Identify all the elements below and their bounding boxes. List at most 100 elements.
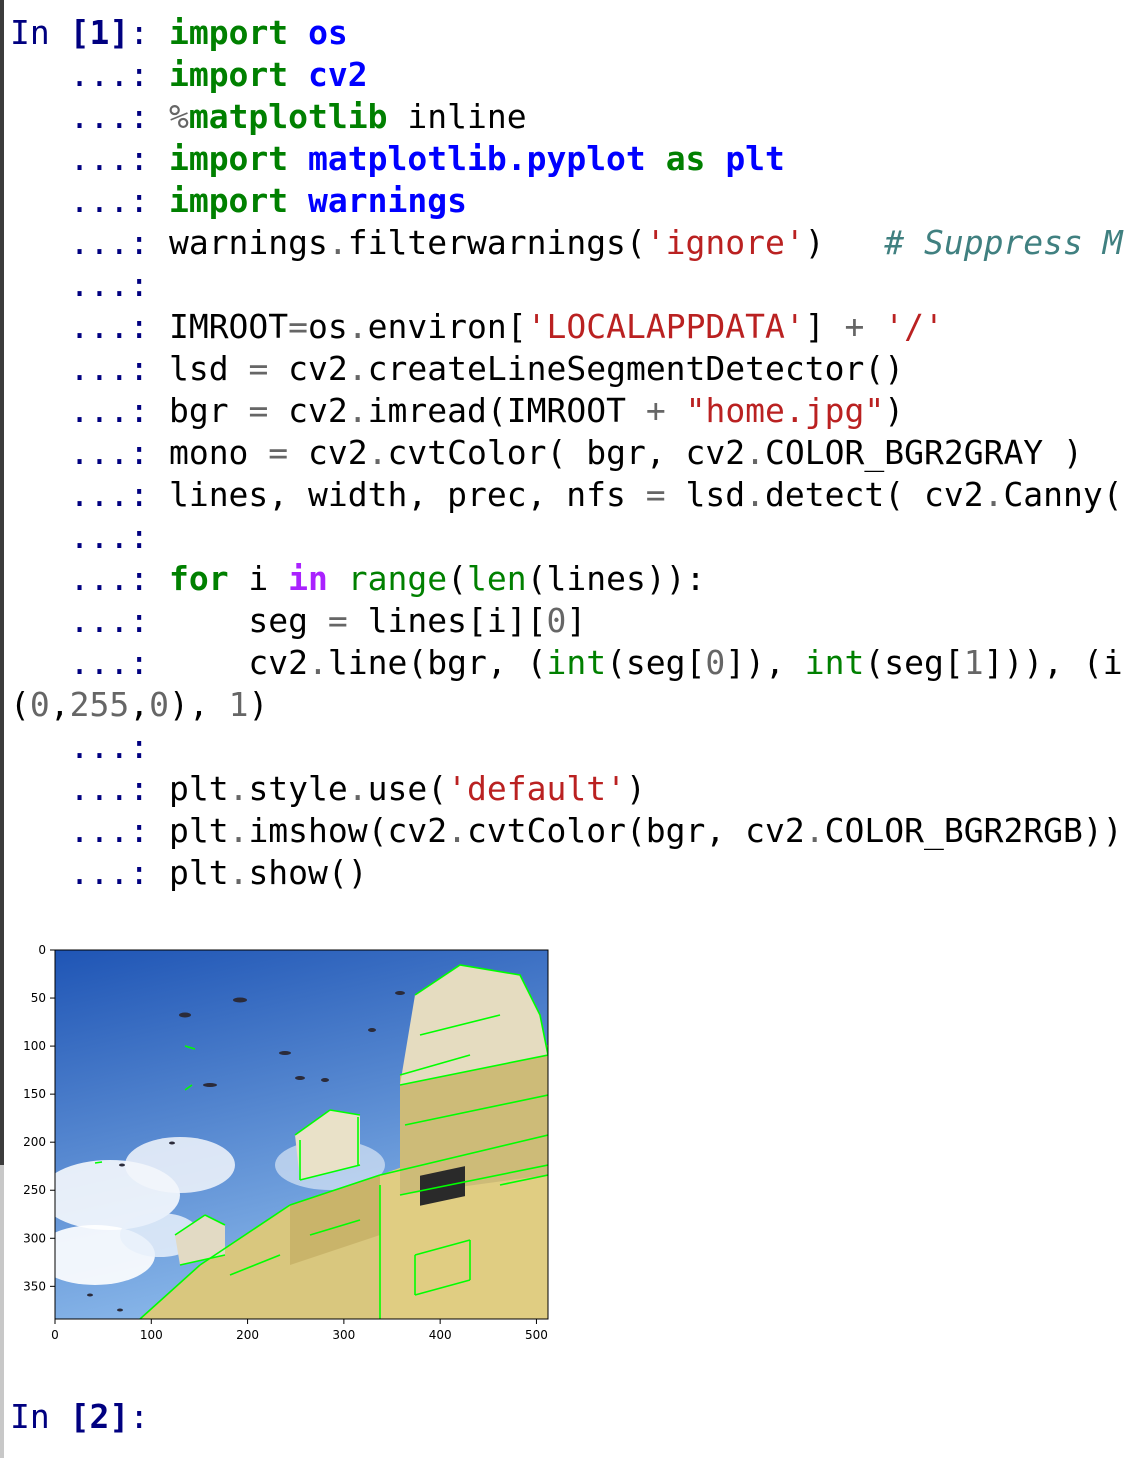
code-token: (lines)): <box>526 559 706 598</box>
code-token: for <box>168 559 229 598</box>
code-token: . <box>745 433 766 472</box>
continuation-prompt: ...: <box>10 139 169 178</box>
code-token: . <box>228 811 249 850</box>
code-token: (seg[ <box>864 643 964 682</box>
code-token: . <box>347 349 368 388</box>
code-cell-1[interactable]: In [1]: import os ...: import cv2 ...: %… <box>10 12 1123 894</box>
code-line: ...: for i in range(len(lines)): <box>10 558 1123 600</box>
code-token: plt <box>168 853 229 892</box>
code-cell-2-prompt[interactable]: In [2]: <box>10 1396 149 1438</box>
code-token: . <box>347 769 368 808</box>
code-token: import <box>168 55 289 94</box>
x-tick-label: 200 <box>236 1328 259 1342</box>
wrapped-code-line: (0,255,0), 1) <box>10 684 1123 726</box>
code-token: import <box>168 181 289 220</box>
code-line: ...: lsd = cv2.createLineSegmentDetector… <box>10 348 1123 390</box>
continuation-prompt: ...: <box>10 307 169 346</box>
code-token: lsd <box>665 475 746 514</box>
code-token: ) <box>625 769 646 808</box>
code-token: plt <box>168 811 229 850</box>
code-token: ) <box>804 223 885 262</box>
code-token: warnings <box>308 181 467 220</box>
code-token: show() <box>248 853 368 892</box>
y-axis-ticks: 0 50 100 150 200 250 300 350 <box>23 943 55 1293</box>
code-token: bgr <box>168 391 249 430</box>
x-tick-label: 500 <box>525 1328 548 1342</box>
continuation-prompt: ...: <box>10 643 169 682</box>
code-token: ), <box>168 685 229 724</box>
in-prompt-number: [1] <box>69 13 130 52</box>
code-line: ...: seg = lines[i][0] <box>10 600 1123 642</box>
x-tick-label: 100 <box>140 1328 163 1342</box>
x-axis-ticks: 0 100 200 300 400 500 <box>51 1319 548 1342</box>
code-token: = <box>288 307 309 346</box>
code-token: "home.jpg" <box>685 391 885 430</box>
code-token: . <box>308 643 328 682</box>
code-line: ...: <box>10 726 1123 768</box>
code-token: os <box>308 307 348 346</box>
code-line: ...: warnings.filterwarnings('ignore') #… <box>10 222 1123 264</box>
code-token: cv2 <box>168 643 309 682</box>
code-token: matplotlib <box>188 97 388 136</box>
code-token: os <box>308 13 348 52</box>
code-token: imread(IMROOT <box>367 391 646 430</box>
continuation-prompt: ...: <box>10 97 169 136</box>
code-token: . <box>228 853 249 892</box>
in-prompt-label: In <box>10 13 70 52</box>
code-token: 'default' <box>447 769 626 808</box>
in-prompt-number: [2] <box>69 1397 130 1436</box>
code-token: inline <box>387 97 527 136</box>
code-token: = <box>248 391 269 430</box>
code-token: ) <box>248 685 269 724</box>
matplotlib-figure: 0 100 200 300 400 500 0 50 100 150 200 250 300 350 <box>23 943 549 1342</box>
code-token: cv2 <box>308 55 368 94</box>
code-token: = <box>327 601 348 640</box>
continuation-prompt: ...: <box>10 853 169 892</box>
continuation-prompt: ...: <box>10 559 169 598</box>
code-token: import <box>168 139 289 178</box>
code-token: lsd <box>168 349 249 388</box>
continuation-prompt: ...: <box>10 181 169 220</box>
code-token: = <box>268 433 289 472</box>
code-token: 'LOCALAPPDATA' <box>526 307 805 346</box>
code-token: ] <box>804 307 845 346</box>
code-token: 0 <box>29 685 50 724</box>
y-tick-label: 250 <box>23 1183 46 1197</box>
x-tick-label: 0 <box>51 1328 59 1342</box>
code-token: ( <box>10 685 30 724</box>
code-token: = <box>645 475 666 514</box>
code-token: . <box>804 811 825 850</box>
code-token: 0 <box>149 685 169 724</box>
code-token: imshow(cv2 <box>248 811 448 850</box>
y-tick-label: 150 <box>23 1087 46 1101</box>
code-token: = <box>248 349 269 388</box>
code-token: Canny( <box>1003 475 1123 514</box>
code-token: . <box>447 811 467 850</box>
code-token: 0 <box>705 643 726 682</box>
continuation-prompt: ...: <box>10 475 169 514</box>
code-token: filterwarnings( <box>347 223 646 262</box>
code-token: . <box>745 475 766 514</box>
code-token: 0 <box>546 601 567 640</box>
code-token: 255 <box>69 685 130 724</box>
code-line: ...: import warnings <box>10 180 1123 222</box>
code-token: i <box>228 559 289 598</box>
code-token: COLOR_BGR2RGB)) <box>824 811 1123 850</box>
code-token: 1 <box>228 685 249 724</box>
code-line: ...: import matplotlib.pyplot as plt <box>10 138 1123 180</box>
continuation-prompt: ...: <box>10 349 169 388</box>
continuation-prompt: ...: <box>10 727 169 766</box>
code-line: ...: %matplotlib inline <box>10 96 1123 138</box>
code-token: in <box>288 559 328 598</box>
code-token: '/' <box>884 307 944 346</box>
continuation-prompt: ...: <box>10 811 169 850</box>
code-token: range <box>347 559 448 598</box>
continuation-prompt: ...: <box>10 265 169 304</box>
code-token: as <box>665 139 706 178</box>
